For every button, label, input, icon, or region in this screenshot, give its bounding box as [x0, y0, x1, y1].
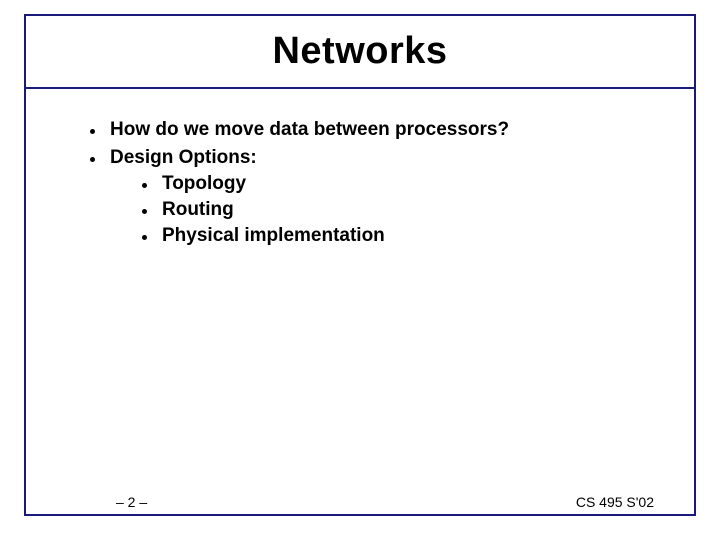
list-item-text: Physical implementation [162, 225, 385, 246]
slide-frame: Networks How do we move data between pro… [24, 14, 696, 516]
list-item: Design Options: Topology Routing Physica… [84, 147, 674, 247]
list-item-text: Topology [162, 173, 246, 194]
title-box: Networks [26, 16, 694, 89]
slide-content: How do we move data between processors? … [26, 89, 694, 263]
list-item: Topology [136, 173, 674, 195]
list-item-text: Design Options: [110, 147, 257, 168]
list-item: How do we move data between processors? [84, 119, 674, 141]
list-item-text: How do we move data between processors? [110, 119, 509, 140]
slide-title: Networks [36, 30, 684, 73]
page-number: – 2 – [116, 494, 147, 510]
bullet-list: How do we move data between processors? … [84, 119, 674, 247]
course-label: CS 495 S'02 [576, 494, 654, 510]
list-item: Routing [136, 199, 674, 221]
sub-bullet-list: Topology Routing Physical implementation [136, 173, 674, 247]
list-item: Physical implementation [136, 225, 674, 247]
list-item-text: Routing [162, 199, 234, 220]
